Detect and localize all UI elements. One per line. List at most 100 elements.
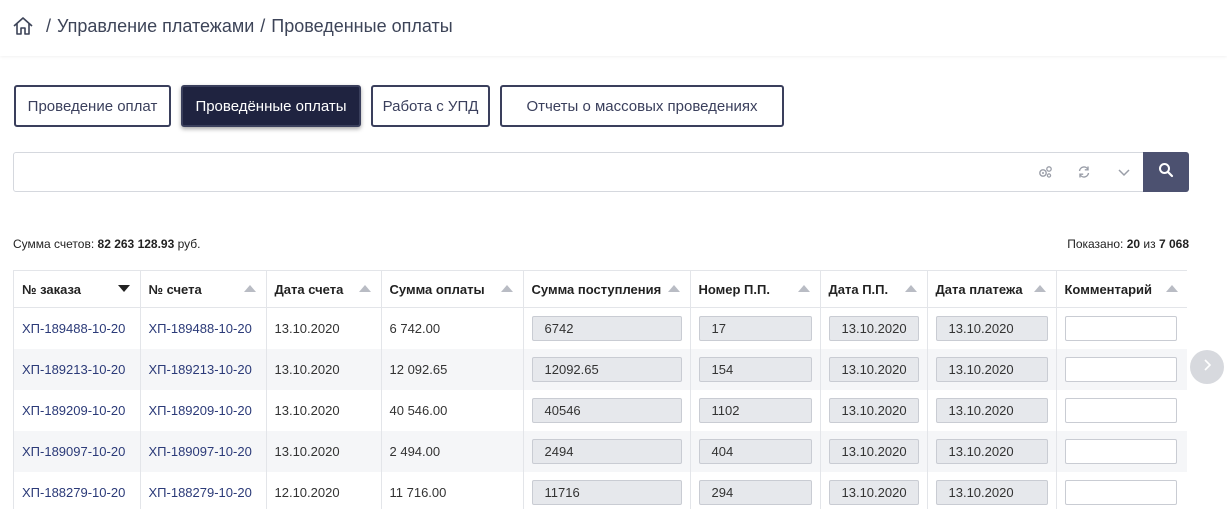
cell-invoice: ХП-189488-10-20: [140, 307, 267, 349]
payment-date-field: 13.10.2020: [935, 438, 1048, 464]
pp-number-field: 17: [698, 315, 812, 341]
sort-icon: [1165, 285, 1178, 292]
sort-icon: [904, 285, 917, 292]
shown-label: Показано:: [1067, 237, 1124, 251]
cell-invoice: ХП-189213-10-20: [140, 348, 267, 390]
payment-date-field: 13.10.2020: [935, 397, 1048, 423]
tab-bar: Проведение оплат Проведённые оплаты Рабо…: [14, 85, 794, 127]
sort-icon: [358, 285, 371, 292]
comment-input[interactable]: [1064, 479, 1177, 505]
pp-date-field: 13.10.2020: [828, 356, 919, 382]
sort-icon: [667, 285, 680, 292]
order-link[interactable]: ХП-189209-10-20: [22, 403, 125, 418]
sort-icon: [500, 285, 513, 292]
invoices-sum: Сумма счетов: 82 263 128.93 руб.: [13, 237, 201, 251]
cell-payment-sum: 12 092.65: [381, 348, 524, 390]
shown-count: Показано: 20 из 7 068: [1067, 237, 1189, 251]
refresh-icon[interactable]: [1075, 163, 1093, 181]
cell-invoice-date: 13.10.2020: [266, 389, 382, 431]
column-header-pp-number[interactable]: Номер П.П.: [690, 270, 821, 308]
invoice-link[interactable]: ХП-189488-10-20: [149, 321, 252, 336]
shown-of: из: [1143, 237, 1156, 251]
search-bar: [13, 152, 1189, 192]
cell-payment-sum: 11 716.00: [381, 471, 524, 509]
invoices-sum-amount: 82 263 128.93: [97, 237, 175, 251]
chevron-down-icon[interactable]: [1115, 163, 1133, 181]
cell-pp-date: 13.10.2020: [820, 307, 928, 349]
payment-date-field: 13.10.2020: [935, 356, 1048, 382]
tab-upd-work[interactable]: Работа с УПД: [371, 85, 490, 127]
pp-date-field: 13.10.2020: [828, 438, 919, 464]
search-button[interactable]: [1143, 152, 1189, 192]
column-header-payment-sum[interactable]: Сумма оплаты: [381, 270, 524, 308]
cell-comment: [1056, 389, 1187, 431]
cell-payment-date: 13.10.2020: [927, 471, 1057, 509]
cell-payment-sum: 2 494.00: [381, 430, 524, 472]
column-header-receipt-sum[interactable]: Сумма поступления: [523, 270, 691, 308]
pp-date-field: 13.10.2020: [828, 397, 919, 423]
tab-processed-payments[interactable]: Проведённые оплаты: [181, 85, 361, 127]
cell-order: ХП-188279-10-20: [14, 471, 141, 509]
pp-date-field: 13.10.2020: [828, 479, 919, 505]
table-row: ХП-188279-10-20 ХП-188279-10-20 12.10.2020…: [14, 471, 1187, 509]
invoices-sum-label: Сумма счетов:: [13, 237, 95, 251]
column-header-invoice-date[interactable]: Дата счета: [266, 270, 382, 308]
cell-order: ХП-189213-10-20: [14, 348, 141, 390]
breadcrumb: / Управление платежами / Проведенные опл…: [12, 15, 453, 37]
pp-number-field: 294: [698, 479, 812, 505]
sort-icon: [243, 285, 256, 292]
order-link[interactable]: ХП-188279-10-20: [22, 485, 125, 500]
gears-icon[interactable]: [1036, 163, 1054, 181]
order-link[interactable]: ХП-189213-10-20: [22, 362, 125, 377]
column-header-comment[interactable]: Комментарий: [1056, 270, 1187, 308]
scroll-right-button[interactable]: [1190, 350, 1224, 384]
breadcrumb-separator: /: [46, 15, 52, 36]
cell-invoice-date: 13.10.2020: [266, 307, 382, 349]
breadcrumb-separator: /: [260, 15, 266, 36]
comment-input[interactable]: [1064, 356, 1177, 382]
invoice-link[interactable]: ХП-189209-10-20: [149, 403, 252, 418]
comment-input[interactable]: [1064, 397, 1177, 423]
invoice-link[interactable]: ХП-189097-10-20: [149, 444, 252, 459]
comment-input[interactable]: [1064, 315, 1177, 341]
order-link[interactable]: ХП-189488-10-20: [22, 321, 125, 336]
pp-date-field: 13.10.2020: [828, 315, 919, 341]
sort-desc-icon: [117, 285, 130, 292]
chevron-right-icon: [1201, 358, 1213, 377]
search-input[interactable]: [14, 153, 1024, 191]
cell-payment-sum: 6 742.00: [381, 307, 524, 349]
column-header-payment-date[interactable]: Дата платежа: [927, 270, 1057, 308]
cell-receipt-sum: 6742: [523, 307, 691, 349]
breadcrumb-item-payments[interactable]: Управление платежами: [57, 16, 254, 37]
search-icon: [1158, 162, 1174, 183]
column-header-order[interactable]: № заказа: [14, 270, 141, 308]
sort-icon: [1033, 285, 1046, 292]
invoice-link[interactable]: ХП-189213-10-20: [149, 362, 252, 377]
tab-mass-processing-reports[interactable]: Отчеты о массовых проведениях: [500, 85, 784, 127]
cell-pp-date: 13.10.2020: [820, 348, 928, 390]
cell-payment-date: 13.10.2020: [927, 389, 1057, 431]
cell-pp-number: 1102: [690, 389, 821, 431]
cell-invoice: ХП-188279-10-20: [140, 471, 267, 509]
cell-invoice-date: 13.10.2020: [266, 430, 382, 472]
cell-pp-date: 13.10.2020: [820, 430, 928, 472]
cell-pp-date: 13.10.2020: [820, 471, 928, 509]
column-header-pp-date[interactable]: Дата П.П.: [820, 270, 928, 308]
table-row: ХП-189213-10-20 ХП-189213-10-20 13.10.2020…: [14, 348, 1187, 390]
shown-total: 7 068: [1158, 237, 1189, 251]
tab-payment-processing[interactable]: Проведение оплат: [14, 85, 171, 127]
home-icon[interactable]: [12, 15, 34, 37]
invoice-link[interactable]: ХП-188279-10-20: [149, 485, 252, 500]
cell-receipt-sum: 11716: [523, 471, 691, 509]
cell-invoice-date: 12.10.2020: [266, 471, 382, 509]
cell-pp-number: 154: [690, 348, 821, 390]
order-link[interactable]: ХП-189097-10-20: [22, 444, 125, 459]
cell-payment-date: 13.10.2020: [927, 307, 1057, 349]
cell-comment: [1056, 307, 1187, 349]
column-header-invoice[interactable]: № счета: [140, 270, 267, 308]
page-header: / Управление платежами / Проведенные опл…: [0, 0, 1227, 56]
cell-payment-sum: 40 546.00: [381, 389, 524, 431]
cell-pp-number: 404: [690, 430, 821, 472]
pp-number-field: 1102: [698, 397, 812, 423]
comment-input[interactable]: [1064, 438, 1177, 464]
